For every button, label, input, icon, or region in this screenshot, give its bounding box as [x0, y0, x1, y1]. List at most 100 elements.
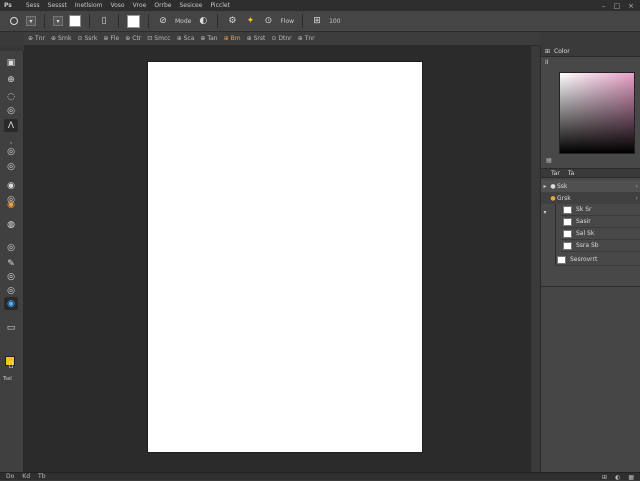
- maximize-button[interactable]: □: [614, 2, 621, 10]
- layer-group-row[interactable]: ▸ ● Ssk ›: [541, 180, 640, 192]
- menu-item-3[interactable]: Inetlsiom: [75, 2, 103, 9]
- status-item[interactable]: Do: [6, 473, 14, 480]
- status-bar: Do Kd Tb ⊞ ◐ ▦: [0, 472, 640, 481]
- layer-row[interactable]: Ssra Sb: [561, 240, 640, 252]
- layer-thumbnail: [563, 217, 572, 226]
- lasso-icon[interactable]: ◌: [4, 90, 18, 103]
- layers-tab[interactable]: Tar: [551, 170, 560, 177]
- divider: [44, 14, 45, 28]
- chevron-right-icon[interactable]: ›: [636, 195, 638, 202]
- move-icon[interactable]: ▣: [4, 56, 18, 69]
- opt-item-1[interactable]: ⊕ Tnr: [28, 35, 45, 42]
- mode-label[interactable]: Mode: [175, 18, 191, 25]
- layer-name: Sasir: [576, 218, 591, 225]
- menu-item-7[interactable]: Sesicee: [179, 2, 202, 9]
- tablet-pressure-icon[interactable]: ◐: [197, 15, 209, 27]
- color-options-icon[interactable]: ▤: [545, 156, 553, 164]
- value-label[interactable]: 100: [329, 18, 340, 25]
- screen-mode-label[interactable]: Tssl: [3, 376, 12, 382]
- gradient-icon[interactable]: ◍: [4, 218, 18, 231]
- angle-icon[interactable]: ⊙: [262, 15, 274, 27]
- airbrush-icon[interactable]: ⊘: [157, 15, 169, 27]
- opt-item-5[interactable]: ⊕ Ctr: [125, 35, 141, 42]
- layer-row[interactable]: Sal Sk: [561, 228, 640, 240]
- brush-icon[interactable]: ◎: [4, 160, 18, 173]
- menu-item-5[interactable]: Vroe: [133, 2, 147, 9]
- chevron-down-icon[interactable]: ▾: [26, 16, 36, 26]
- layers-tab-2[interactable]: Ta: [568, 170, 574, 177]
- zoom-icon[interactable]: ▭: [4, 321, 18, 334]
- visibility-icon[interactable]: ●: [549, 195, 557, 202]
- opt-label: Ssrk: [84, 35, 98, 42]
- quick-mask-icon[interactable]: ▯: [4, 358, 18, 371]
- symmetry-icon[interactable]: ✦: [244, 15, 256, 27]
- opt-item-9[interactable]: ⊕ Bm: [224, 35, 241, 42]
- layer-group-row[interactable]: ● Grsk ›: [541, 192, 640, 204]
- color-mode-strip: [545, 72, 555, 154]
- menu-item-8[interactable]: Picclet: [210, 2, 229, 9]
- opt-item-3[interactable]: ⊙ Ssrk: [77, 35, 97, 42]
- document-canvas[interactable]: [148, 62, 422, 452]
- path-select-icon[interactable]: ◎: [4, 270, 18, 283]
- color-panel-header[interactable]: ⊞ Color: [541, 46, 640, 57]
- color-picker-field[interactable]: [559, 72, 635, 154]
- menu-item-4[interactable]: Voso: [110, 2, 124, 9]
- tools-panel: ▣ ⊕ ◌ ◎ Λ · ◎ ◎ ◉ ◎ ◉ ◍ ◎ ✎ ◎ ◎ ◉ ▭ ▯ Ts…: [0, 46, 24, 472]
- layer-name: Sal Sk: [576, 230, 595, 237]
- opt-item-6[interactable]: ⊡ Smcc: [147, 35, 170, 42]
- opt-item-11[interactable]: ⊙ Dtnr: [271, 35, 291, 42]
- close-button[interactable]: ×: [628, 2, 634, 10]
- brush-icon[interactable]: [8, 15, 20, 27]
- layer-mask-icon[interactable]: ◐: [615, 474, 620, 481]
- crop-icon[interactable]: ◎: [4, 104, 18, 117]
- color-swatch[interactable]: [127, 14, 140, 28]
- secondary-options-bar: ⊕ Tnr ⊕ Srnk ⊙ Ssrk ⊕ Fle ⊕ Ctr ⊡ Smcc ⊕…: [24, 32, 540, 46]
- opt-label: Tnr: [35, 35, 45, 42]
- layer-name: Sesrovrrt: [570, 256, 598, 263]
- type-icon[interactable]: ✎: [4, 257, 18, 270]
- settings-icon[interactable]: ⚙: [226, 15, 238, 27]
- opt-item-8[interactable]: ⊕ Tan: [200, 35, 217, 42]
- toggle-panel-icon[interactable]: ▯: [98, 15, 110, 27]
- color-panel-title: Color: [554, 47, 570, 55]
- status-item[interactable]: Kd: [22, 473, 30, 480]
- minimize-button[interactable]: –: [602, 2, 606, 10]
- layer-row[interactable]: Sesrovrrt: [555, 254, 640, 266]
- panel-grip[interactable]: [0, 46, 24, 51]
- pen-icon[interactable]: Λ: [4, 119, 18, 132]
- opt-label: Srnk: [58, 35, 72, 42]
- visibility-icon[interactable]: ●: [549, 183, 557, 190]
- canvas-area[interactable]: [24, 46, 530, 472]
- layer-new-icon[interactable]: ⊞: [602, 474, 607, 481]
- divider: [148, 14, 149, 28]
- brush-preview-swatch[interactable]: [69, 15, 81, 27]
- healing-icon[interactable]: ◎: [4, 145, 18, 158]
- opt-item-4[interactable]: ⊕ Fle: [103, 35, 119, 42]
- trash-icon[interactable]: ▦: [628, 474, 634, 481]
- hand-icon[interactable]: ◉: [4, 297, 18, 310]
- menu-item-1[interactable]: Sess: [26, 2, 40, 9]
- collapse-icon[interactable]: ▾: [541, 209, 549, 216]
- chevron-right-icon[interactable]: ›: [636, 183, 638, 190]
- opt-item-2[interactable]: ⊕ Srnk: [51, 35, 71, 42]
- opt-label: Dtnr: [278, 35, 292, 42]
- opt-item-7[interactable]: ⊕ Sca: [177, 35, 195, 42]
- layer-row[interactable]: Sasir: [561, 216, 640, 228]
- shape-icon[interactable]: ◎: [4, 284, 18, 297]
- layer-name: Ssk: [557, 182, 568, 190]
- opt-item-12[interactable]: ⊕ Tnr: [298, 35, 315, 42]
- status-item[interactable]: Tb: [38, 473, 45, 480]
- expand-icon[interactable]: ▸: [541, 183, 549, 190]
- dodge-icon[interactable]: ◎: [4, 241, 18, 254]
- menu-item-6[interactable]: Orrbe: [154, 2, 171, 9]
- marquee-icon[interactable]: ⊕: [4, 73, 18, 86]
- eraser-icon[interactable]: ◉: [4, 198, 18, 211]
- menu-item-2[interactable]: Sessst: [48, 2, 67, 9]
- opt-label: Tnr: [304, 35, 315, 42]
- pressure-icon[interactable]: ⊞: [311, 15, 323, 27]
- brush-preset-picker[interactable]: ▾: [53, 16, 63, 26]
- opt-item-10[interactable]: ⊕ Srst: [247, 35, 266, 42]
- opt-label: Ctr: [132, 35, 142, 42]
- layer-row[interactable]: Sk Sr: [561, 204, 640, 216]
- stamp-icon[interactable]: ◉: [4, 179, 18, 192]
